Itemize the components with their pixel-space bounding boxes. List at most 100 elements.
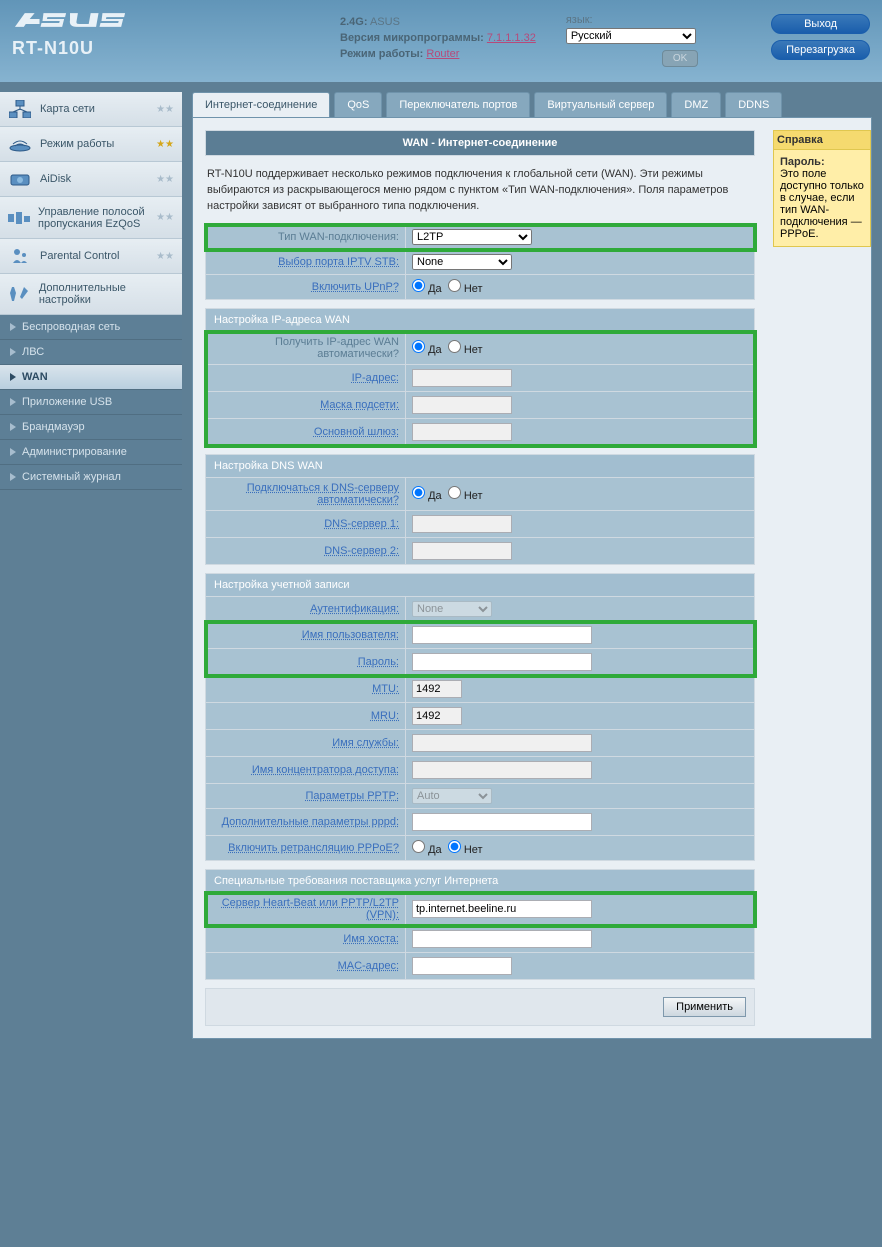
wan-type-select[interactable]: L2TP bbox=[412, 229, 532, 245]
network-map-icon bbox=[8, 100, 32, 118]
wan-ip-table: Настройка IP-адреса WAN Получить IP-адре… bbox=[205, 308, 755, 446]
tab-ddns[interactable]: DDNS bbox=[725, 92, 782, 117]
dns2-input[interactable] bbox=[412, 542, 512, 560]
dns-table: Настройка DNS WAN Подключаться к DNS-сер… bbox=[205, 454, 755, 565]
page-intro: RT-N10U поддерживает несколько режимов п… bbox=[205, 156, 755, 224]
auth-label[interactable]: Аутентификация: bbox=[310, 603, 399, 615]
relay-yes-radio[interactable] bbox=[412, 840, 425, 853]
relay-label[interactable]: Включить ретрансляцию PPPoE? bbox=[228, 842, 399, 854]
dns-auto-yes-radio[interactable] bbox=[412, 486, 425, 499]
mac-label[interactable]: MAC-адрес: bbox=[338, 960, 399, 972]
mask-label[interactable]: Маска подсети: bbox=[320, 399, 399, 411]
ip-input[interactable] bbox=[412, 369, 512, 387]
tab-vserver[interactable]: Виртуальный сервер bbox=[534, 92, 667, 117]
subnav-firewall[interactable]: Брандмауэр bbox=[0, 415, 182, 440]
pptp-label[interactable]: Параметры PPTP: bbox=[306, 790, 399, 802]
svc-label[interactable]: Имя службы: bbox=[332, 737, 399, 749]
stars-icon: ★★ bbox=[156, 139, 174, 150]
subnav-syslog[interactable]: Системный журнал bbox=[0, 465, 182, 490]
mask-input[interactable] bbox=[412, 396, 512, 414]
chevron-right-icon bbox=[10, 348, 16, 356]
main-panel: Интернет-соединение QoS Переключатель по… bbox=[182, 82, 882, 1049]
sidebar-item-label: Карта сети bbox=[40, 103, 95, 115]
lang-select[interactable]: Русский bbox=[566, 28, 696, 44]
fw-link[interactable]: 7.1.1.1.32 bbox=[487, 32, 536, 44]
upnp-label[interactable]: Включить UPnP? bbox=[312, 281, 399, 293]
mtu-input[interactable] bbox=[412, 680, 462, 698]
hb-input[interactable] bbox=[412, 900, 592, 918]
tab-qos[interactable]: QoS bbox=[334, 92, 382, 117]
logo-block: RT-N10U bbox=[12, 8, 130, 59]
relay-no-radio[interactable] bbox=[448, 840, 461, 853]
auth-select[interactable]: None bbox=[412, 601, 492, 617]
subnav-wan[interactable]: WAN bbox=[0, 365, 182, 390]
logout-button[interactable]: Выход bbox=[771, 14, 870, 34]
qos-icon bbox=[8, 209, 30, 227]
fw-label: Версия микропрограммы: bbox=[340, 32, 484, 44]
lang-ok-button[interactable]: OK bbox=[662, 50, 698, 67]
ip-label[interactable]: IP-адрес: bbox=[352, 372, 399, 384]
sidebar-item-parental[interactable]: Parental Control ★★ bbox=[0, 239, 182, 274]
user-input[interactable] bbox=[412, 626, 592, 644]
reboot-button[interactable]: Перезагрузка bbox=[771, 40, 870, 60]
disk-icon bbox=[8, 170, 32, 188]
gw-label[interactable]: Основной шлюз: bbox=[314, 426, 399, 438]
tab-dmz[interactable]: DMZ bbox=[671, 92, 721, 117]
chevron-right-icon bbox=[10, 423, 16, 431]
basic-table: Тип WAN-подключения: L2TP Выбор порта IP… bbox=[205, 224, 755, 300]
ac-label[interactable]: Имя концентратора доступа: bbox=[252, 764, 399, 776]
pppd-input[interactable] bbox=[412, 813, 592, 831]
tools-icon bbox=[8, 285, 31, 303]
upnp-no-radio[interactable] bbox=[448, 279, 461, 292]
upnp-yes-radio[interactable] bbox=[412, 279, 425, 292]
help-title: Справка bbox=[774, 131, 870, 150]
tab-internet[interactable]: Интернет-соединение bbox=[192, 92, 330, 117]
wan-type-label: Тип WAN-подключения: bbox=[206, 225, 406, 250]
subnav-lan[interactable]: ЛВС bbox=[0, 340, 182, 365]
mru-input[interactable] bbox=[412, 707, 462, 725]
iptv-select[interactable]: None bbox=[412, 254, 512, 270]
pptp-select[interactable]: Auto bbox=[412, 788, 492, 804]
dns1-label[interactable]: DNS-сервер 1: bbox=[324, 518, 399, 530]
svc-input[interactable] bbox=[412, 734, 592, 752]
iptv-label[interactable]: Выбор порта IPTV STB: bbox=[278, 256, 399, 268]
yes-label: Да bbox=[428, 844, 442, 856]
tab-bar: Интернет-соединение QoS Переключатель по… bbox=[182, 82, 882, 117]
subnav-wireless[interactable]: Беспроводная сеть bbox=[0, 315, 182, 340]
tab-porttrigger[interactable]: Переключатель портов bbox=[386, 92, 530, 117]
language-block: язык: Русский OK bbox=[566, 8, 698, 67]
sidebar-item-label: Управление полосой пропускания EzQoS bbox=[38, 206, 156, 230]
mode-link[interactable]: Router bbox=[426, 48, 459, 60]
dns1-input[interactable] bbox=[412, 515, 512, 533]
ac-input[interactable] bbox=[412, 761, 592, 779]
subnav-label: Администрирование bbox=[22, 446, 127, 458]
wan-auto-no-radio[interactable] bbox=[448, 340, 461, 353]
user-label[interactable]: Имя пользователя: bbox=[302, 629, 399, 641]
host-input[interactable] bbox=[412, 930, 592, 948]
sidebar-item-mode[interactable]: Режим работы ★★ bbox=[0, 127, 182, 162]
dns-auto-no-radio[interactable] bbox=[448, 486, 461, 499]
pass-label[interactable]: Пароль: bbox=[358, 656, 399, 668]
sidebar-item-advanced[interactable]: Дополнительные настройки bbox=[0, 274, 182, 315]
hb-label[interactable]: Сервер Heart-Beat или PPTP/L2TP (VPN): bbox=[222, 897, 399, 921]
no-label: Нет bbox=[464, 283, 483, 295]
wan-auto-yes-radio[interactable] bbox=[412, 340, 425, 353]
help-pwd-title: Пароль: bbox=[780, 156, 825, 168]
host-label[interactable]: Имя хоста: bbox=[343, 933, 399, 945]
gw-input[interactable] bbox=[412, 423, 512, 441]
mru-label[interactable]: MRU: bbox=[371, 710, 399, 722]
sidebar-item-ezqos[interactable]: Управление полосой пропускания EzQoS ★★ bbox=[0, 197, 182, 239]
pppd-label[interactable]: Дополнительные параметры pppd: bbox=[222, 816, 399, 828]
sidebar-item-network-map[interactable]: Карта сети ★★ bbox=[0, 92, 182, 127]
dns-auto-label[interactable]: Подключаться к DNS-серверу автоматически… bbox=[247, 482, 399, 506]
mtu-label[interactable]: MTU: bbox=[372, 683, 399, 695]
help-body: Это поле доступно только в случае, если … bbox=[780, 168, 864, 240]
subnav-usb[interactable]: Приложение USB bbox=[0, 390, 182, 415]
apply-button[interactable]: Применить bbox=[663, 997, 746, 1017]
stars-icon: ★★ bbox=[156, 212, 174, 223]
dns2-label[interactable]: DNS-сервер 2: bbox=[324, 545, 399, 557]
subnav-admin[interactable]: Администрирование bbox=[0, 440, 182, 465]
sidebar-item-aidisk[interactable]: AiDisk ★★ bbox=[0, 162, 182, 197]
pass-input[interactable] bbox=[412, 653, 592, 671]
mac-input[interactable] bbox=[412, 957, 512, 975]
